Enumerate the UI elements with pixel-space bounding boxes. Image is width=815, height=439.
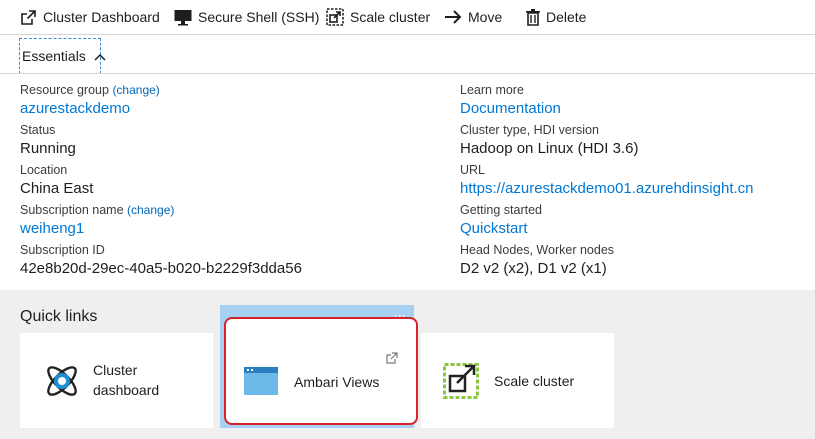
scale-cluster-icon	[443, 363, 479, 404]
ambari-views-label: Ambari Views	[294, 374, 380, 390]
ambari-views-tile[interactable]: Ambari Views	[224, 317, 418, 425]
resource-group-label: Resource group	[20, 83, 109, 97]
resource-group-property: Resource group (change) azurestackdemo	[20, 82, 160, 120]
monitor-icon	[174, 9, 198, 26]
cluster-dashboard-tile-label: Cluster dashboard	[93, 360, 159, 400]
resource-group-change-link[interactable]: (change)	[112, 83, 159, 97]
location-label: Location	[20, 163, 68, 177]
status-label: Status	[20, 123, 56, 137]
getting-started-label: Getting started	[460, 203, 542, 217]
documentation-link[interactable]: Documentation	[460, 98, 561, 120]
cluster-dashboard-button[interactable]: Cluster Dashboard	[20, 6, 160, 28]
cluster-dashboard-line2: dashboard	[93, 382, 160, 398]
getting-started-property: Getting started Quickstart	[460, 202, 542, 240]
status-property: Status Running	[20, 122, 76, 160]
learn-more-property: Learn more Documentation	[460, 82, 561, 120]
location-value: China East	[20, 180, 94, 197]
move-button[interactable]: Move	[444, 6, 502, 28]
secure-shell-button[interactable]: Secure Shell (SSH)	[174, 6, 319, 28]
subscription-name-label: Subscription name	[20, 203, 124, 217]
subscription-name-label-row: Subscription name (change)	[20, 202, 174, 218]
cluster-type-label: Cluster type, HDI version	[460, 123, 599, 137]
url-label: URL	[460, 163, 486, 177]
cluster-type-property: Cluster type, HDI version Hadoop on Linu…	[460, 122, 638, 160]
scale-cluster-tile-label: Scale cluster	[494, 373, 575, 389]
essentials-toggle[interactable]: Essentials	[19, 38, 106, 74]
scale-icon	[326, 8, 350, 26]
learn-more-label: Learn more	[460, 83, 524, 97]
cluster-dashboard-line1: Cluster	[93, 362, 138, 378]
subscription-change-link[interactable]: (change)	[127, 203, 174, 217]
scale-cluster-toolbar-button[interactable]: Scale cluster	[326, 6, 430, 28]
nodes-property: Head Nodes, Worker nodes D2 v2 (x2), D1 …	[460, 242, 614, 280]
chevron-up-icon	[86, 48, 106, 64]
subscription-id-label: Subscription ID	[20, 243, 105, 257]
hdinsight-icon	[42, 361, 82, 406]
browser-window-icon	[244, 367, 278, 400]
cluster-url-link[interactable]: https://azurestackdemo01.azurehdinsight.…	[460, 178, 754, 200]
subscription-name-property: Subscription name (change) weiheng1	[20, 202, 174, 240]
url-property: URL https://azurestackdemo01.azurehdinsi…	[460, 162, 754, 200]
nodes-label: Head Nodes, Worker nodes	[460, 243, 615, 257]
trash-icon	[526, 8, 546, 26]
delete-label: Delete	[546, 9, 587, 25]
resource-group-value[interactable]: azurestackdemo	[20, 98, 160, 120]
quick-links-title: Quick links	[20, 308, 98, 325]
cluster-dashboard-label: Cluster Dashboard	[43, 9, 160, 25]
quickstart-link[interactable]: Quickstart	[460, 218, 542, 240]
cluster-type-value: Hadoop on Linux (HDI 3.6)	[460, 140, 639, 157]
external-link-icon	[20, 9, 43, 26]
subscription-name-value[interactable]: weiheng1	[20, 218, 174, 240]
subscription-id-property: Subscription ID 42e8b20d-29ec-40a5-b020-…	[20, 242, 302, 280]
secure-shell-label: Secure Shell (SSH)	[198, 9, 320, 25]
move-label: Move	[468, 9, 503, 25]
status-value: Running	[20, 140, 76, 157]
cluster-dashboard-tile[interactable]: Cluster dashboard	[20, 333, 213, 428]
delete-button[interactable]: Delete	[526, 6, 586, 28]
subscription-id-value: 42e8b20d-29ec-40a5-b020-b2229f3dda56	[20, 260, 302, 277]
essentials-divider	[0, 73, 815, 74]
nodes-value: D2 v2 (x2), D1 v2 (x1)	[460, 260, 607, 277]
command-toolbar: Cluster Dashboard Secure Shell (SSH) Sca…	[0, 0, 815, 35]
scale-cluster-tile[interactable]: Scale cluster	[421, 333, 614, 428]
location-property: Location China East	[20, 162, 93, 200]
essentials-label: Essentials	[22, 48, 86, 64]
external-link-small-icon	[386, 351, 398, 369]
scale-cluster-toolbar-label: Scale cluster	[350, 9, 431, 25]
resource-group-label-row: Resource group (change)	[20, 82, 160, 98]
arrow-right-icon	[444, 9, 468, 25]
